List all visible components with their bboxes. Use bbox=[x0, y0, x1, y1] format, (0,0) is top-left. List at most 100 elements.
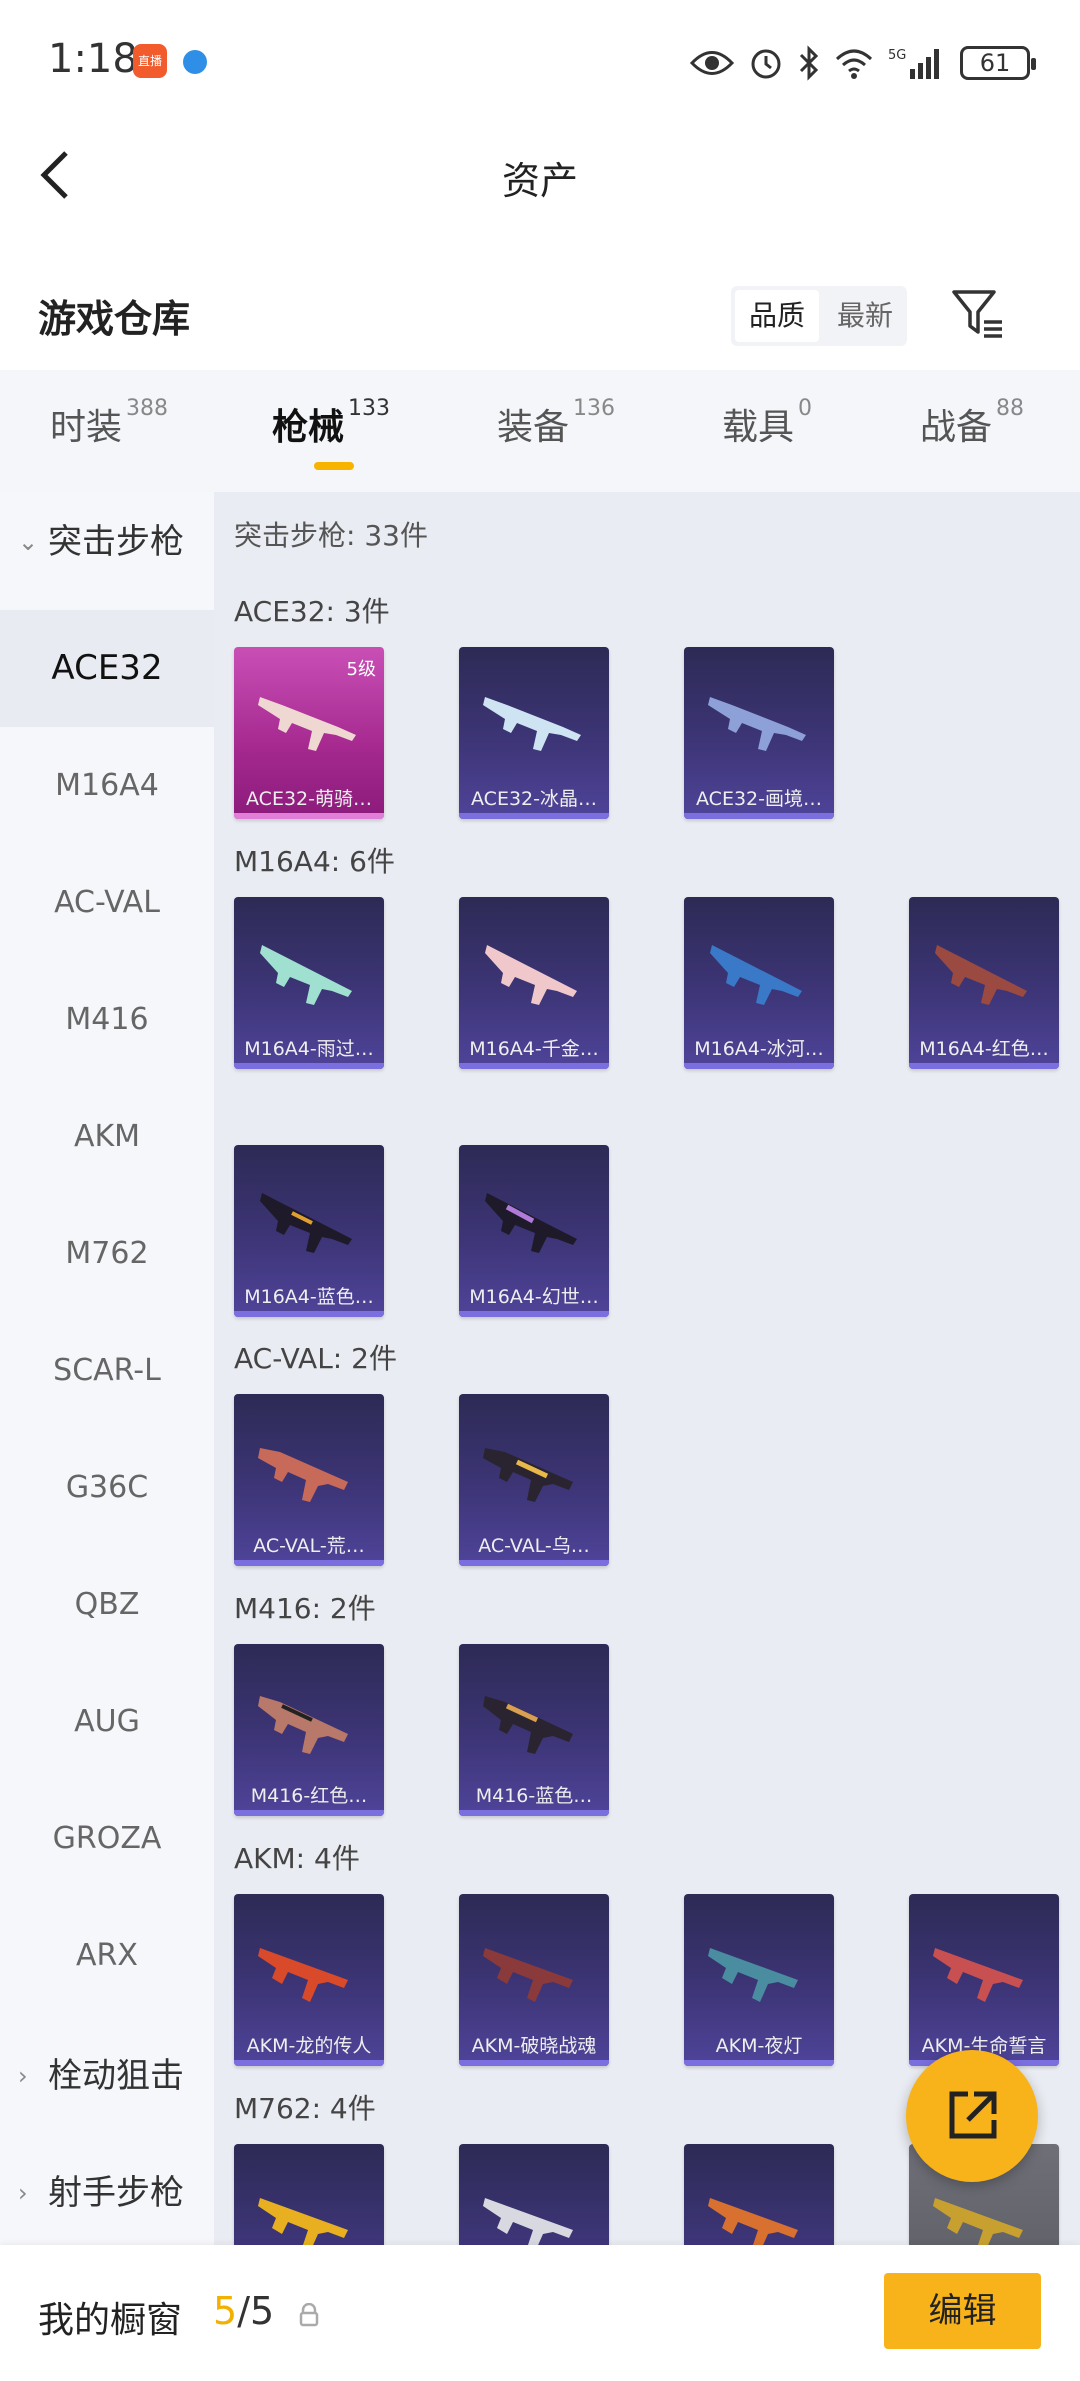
skin-card[interactable]: M16A4-幻世… bbox=[459, 1145, 609, 1317]
sidebar-item-aug[interactable]: AUG bbox=[0, 1663, 214, 1780]
sidebar-item-groza[interactable]: GROZA bbox=[0, 1780, 214, 1897]
rifle-icon bbox=[485, 1193, 577, 1253]
sidebar-item-ac-val[interactable]: AC-VAL bbox=[0, 844, 214, 961]
skin-card[interactable]: AKM-夜灯 bbox=[684, 1894, 834, 2066]
rifle-icon bbox=[708, 2198, 798, 2245]
rifle-icon bbox=[933, 1948, 1023, 2002]
tab-combat-supplies[interactable]: 战备 88 bbox=[920, 396, 1024, 450]
alarm-icon bbox=[751, 49, 781, 79]
skin-name: M416-蓝色… bbox=[475, 1785, 593, 1807]
sidebar-item-g36c[interactable]: G36C bbox=[0, 1429, 214, 1546]
skin-card[interactable]: M16A4-雨过… bbox=[234, 897, 384, 1069]
sidebar-item-m416[interactable]: M416 bbox=[0, 961, 214, 1078]
skin-card[interactable] bbox=[234, 2144, 384, 2245]
rifle-icon bbox=[483, 1948, 573, 2002]
lock-icon bbox=[299, 2303, 319, 2327]
status-time: 1:18 bbox=[48, 36, 138, 82]
skin-name: ACE32-画境… bbox=[696, 788, 822, 810]
rarity-bar bbox=[684, 813, 834, 819]
skin-name: ACE32-冰晶… bbox=[471, 788, 597, 810]
rarity-bar bbox=[459, 1810, 609, 1816]
tab-label: 装备 bbox=[497, 407, 570, 448]
rifle-icon bbox=[483, 2198, 573, 2245]
skin-card[interactable]: AC-VAL-荒… bbox=[234, 1394, 384, 1566]
tab-vehicles[interactable]: 载具 0 bbox=[722, 396, 813, 450]
rarity-bar bbox=[459, 2060, 609, 2066]
skin-card[interactable]: AKM-龙的传人 bbox=[234, 1894, 384, 2066]
group-title-ac-val: AC-VAL: 2件 bbox=[234, 1342, 397, 1375]
sidebar-item-scar-l[interactable]: SCAR-L bbox=[0, 1312, 214, 1429]
skin-name: M16A4-红色… bbox=[919, 1038, 1049, 1060]
skin-card[interactable]: AKM-破晓战魂 bbox=[459, 1894, 609, 2066]
group-title-m762: M762: 4件 bbox=[234, 2092, 376, 2125]
tab-count: 133 bbox=[348, 396, 391, 421]
sidebar-item-m762[interactable]: M762 bbox=[0, 1195, 214, 1312]
rarity-bar bbox=[909, 1063, 1059, 1069]
tab-firearms[interactable]: 枪械 133 bbox=[272, 396, 391, 450]
tab-count: 388 bbox=[126, 396, 169, 421]
rarity-bar bbox=[234, 1311, 384, 1317]
skin-name: M16A4-冰河… bbox=[694, 1038, 824, 1060]
skin-card[interactable]: AKM-生命誓言 bbox=[909, 1894, 1059, 2066]
showcase-label: 我的橱窗 bbox=[38, 2300, 183, 2341]
sidebar-group-label: 射手步枪 bbox=[48, 2173, 184, 2213]
sidebar-item-qbz[interactable]: QBZ bbox=[0, 1546, 214, 1663]
skin-name: M16A4-雨过… bbox=[244, 1038, 374, 1060]
rarity-bar bbox=[684, 2060, 834, 2066]
skin-card[interactable]: M16A4-千金… bbox=[459, 897, 609, 1069]
share-button[interactable] bbox=[906, 2050, 1038, 2182]
skin-card[interactable] bbox=[459, 2144, 609, 2245]
skin-card[interactable]: M416-蓝色… bbox=[459, 1644, 609, 1816]
skin-card[interactable]: ACE32-画境… bbox=[684, 647, 834, 819]
bluetooth-icon bbox=[799, 45, 819, 81]
skin-name: AKM-夜灯 bbox=[715, 2035, 803, 2057]
sidebar-group-marksman[interactable]: › 射手步枪 bbox=[0, 2143, 214, 2243]
battery-icon: 61 bbox=[960, 46, 1036, 80]
skin-card[interactable]: M16A4-红色… bbox=[909, 897, 1059, 1069]
sidebar-item-akm[interactable]: AKM bbox=[0, 1078, 214, 1195]
group-title-m416: M416: 2件 bbox=[234, 1592, 376, 1625]
tab-label: 载具 bbox=[722, 407, 795, 448]
filter-button[interactable] bbox=[950, 286, 1006, 342]
skin-card[interactable]: ACE32-冰晶… bbox=[459, 647, 609, 819]
skin-name: M416-红色… bbox=[250, 1785, 368, 1807]
rarity-bar bbox=[234, 813, 384, 819]
warehouse-title: 游戏仓库 bbox=[38, 297, 191, 341]
filter-icon bbox=[952, 290, 1002, 338]
skin-card[interactable]: M16A4-蓝色… bbox=[234, 1145, 384, 1317]
edit-button[interactable]: 编辑 bbox=[884, 2273, 1041, 2349]
skin-card[interactable]: AC-VAL-乌… bbox=[459, 1394, 609, 1566]
rarity-bar bbox=[234, 1560, 384, 1566]
rifle-icon bbox=[483, 1448, 573, 1502]
svg-text:5G: 5G bbox=[888, 48, 906, 63]
rarity-bar bbox=[459, 813, 609, 819]
rifle-icon bbox=[258, 697, 356, 751]
tab-equipment[interactable]: 装备 136 bbox=[497, 396, 615, 450]
category-total: 突击步枪: 33件 bbox=[234, 519, 428, 552]
sort-newest-button[interactable]: 最新 bbox=[823, 286, 907, 346]
sidebar-item-ace32[interactable]: ACE32 bbox=[0, 610, 214, 727]
sidebar-group-bolt-action[interactable]: › 栓动狙击 bbox=[0, 2026, 214, 2126]
rarity-bar bbox=[684, 1063, 834, 1069]
skin-name: M16A4-幻世… bbox=[469, 1286, 599, 1308]
skin-card[interactable]: M416-红色… bbox=[234, 1644, 384, 1816]
showcase-bar: 我的橱窗 5/5 编辑 bbox=[0, 2245, 1080, 2381]
tab-fashion[interactable]: 时装 388 bbox=[50, 396, 169, 450]
sidebar-item-arx[interactable]: ARX bbox=[0, 1897, 214, 2014]
tab-count: 0 bbox=[798, 396, 813, 421]
sidebar-group-assault-rifles[interactable]: ⌄ 突击步枪 bbox=[0, 492, 214, 592]
rifle-icon bbox=[260, 1193, 352, 1253]
skin-card[interactable] bbox=[684, 2144, 834, 2245]
tab-label: 时装 bbox=[50, 407, 123, 448]
rarity-bar bbox=[234, 2060, 384, 2066]
skin-name: ACE32-萌骑… bbox=[246, 788, 372, 810]
sort-quality-button[interactable]: 品质 bbox=[735, 290, 819, 342]
chevron-right-icon: › bbox=[18, 2062, 28, 2090]
skin-name: AC-VAL-荒… bbox=[253, 1535, 365, 1557]
rifle-icon bbox=[258, 1448, 348, 1502]
sidebar-item-m16a4[interactable]: M16A4 bbox=[0, 727, 214, 844]
skin-card[interactable]: 5级 ACE32-萌骑… bbox=[234, 647, 384, 819]
rifle-icon bbox=[485, 945, 577, 1005]
skin-card[interactable]: M16A4-冰河… bbox=[684, 897, 834, 1069]
showcase-current: 5 bbox=[213, 2289, 238, 2333]
